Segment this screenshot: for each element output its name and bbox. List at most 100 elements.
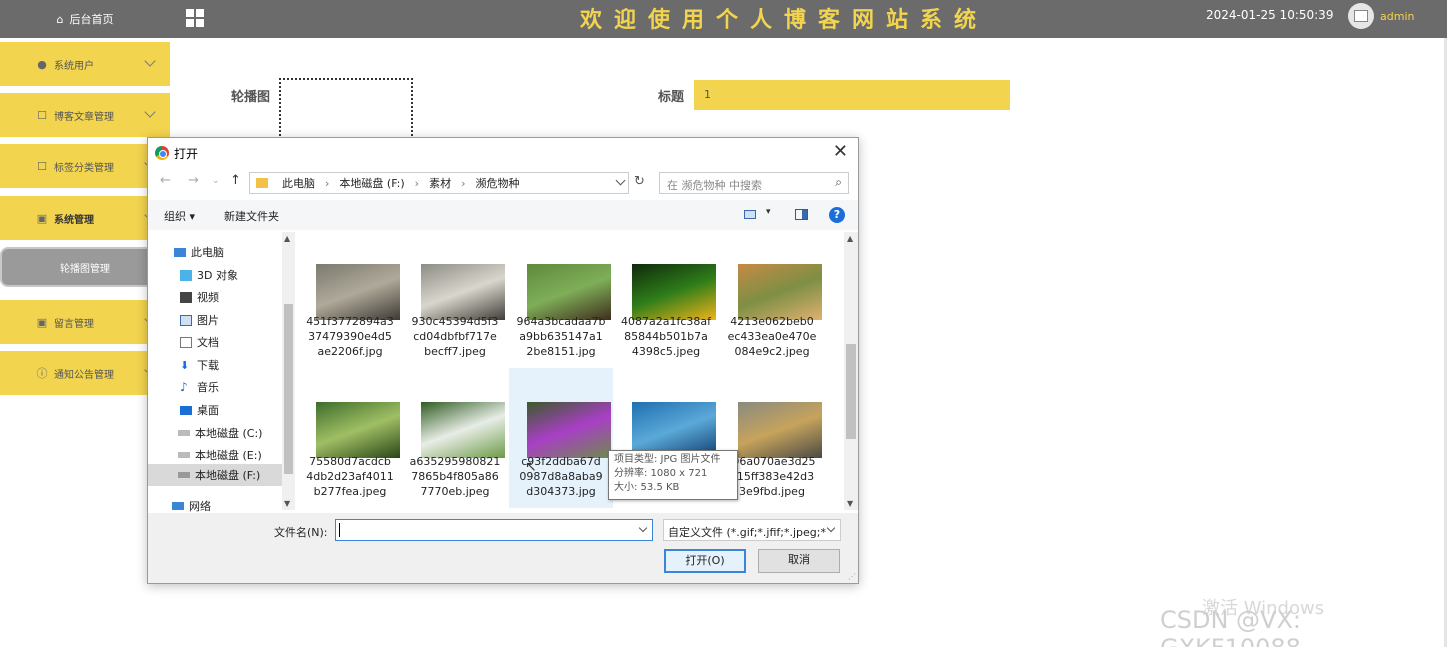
scrollbar-thumb[interactable] [284,304,293,474]
file-tile[interactable]: 451f3772894a3 37479390e4d5 ae2206f.jpg [298,232,402,368]
file-name: a635295980821 7865b4f805a86 7770eb.jpeg [403,454,507,499]
avatar[interactable] [1348,3,1374,29]
drive-icon [178,430,190,436]
close-icon[interactable]: ✕ [833,142,848,162]
view-mode-icon[interactable] [744,210,756,219]
search-input[interactable]: 在 濒危物种 中搜索 ⌕ [659,172,849,194]
sidebar-subitem-carousel[interactable]: 轮播图管理 [0,247,170,287]
back-arrow-icon[interactable]: ← [160,173,171,188]
tree-item-drive-f[interactable]: 本地磁盘 (F:) [148,464,282,486]
view-dropdown-icon[interactable]: ▾ [766,207,771,217]
tree-item-network[interactable]: 网络 [172,498,211,514]
menu-grid-icon[interactable] [186,9,204,27]
file-name-line: ae2206f.jpg [317,345,383,358]
breadcrumb-item[interactable]: 本地磁盘 (F:) [339,175,404,191]
tree-item-desktop[interactable]: 桌面 [180,402,219,418]
sidebar-item-label: 系统用户 [54,60,94,72]
sidebar-item-messages[interactable]: ▣ 留言管理 [0,300,170,344]
tree-label: 文档 [197,336,219,349]
file-tile[interactable]: a635295980821 7865b4f805a86 7770eb.jpeg [403,368,507,508]
tree-label: 本地磁盘 (E:) [195,449,262,462]
file-name-line: 4087a2a1fc38af [620,315,711,328]
file-tile[interactable]: 930c45394d5f3 cd04dbfbf717e becff7.jpeg [403,232,507,368]
tree-label: 本地磁盘 (C:) [195,427,263,440]
help-icon[interactable]: ? [829,207,845,223]
file-tile[interactable]: 4213e062beb0 ec433ea0e470e 084e9c2.jpeg [720,232,824,368]
file-name: 930c45394d5f3 cd04dbfbf717e becff7.jpeg [403,314,507,359]
tooltip-line: 大小: 53.5 KB [614,482,680,493]
organize-menu[interactable]: 组织 ▾ [164,208,195,224]
file-thumbnail-image [527,402,611,458]
folder-icon [256,178,268,188]
title-input[interactable]: 1 [694,80,1010,110]
open-button[interactable]: 打开(O) [664,549,746,573]
sidebar-home-label: 后台首页 [69,13,114,26]
cancel-button[interactable]: 取消 [758,549,840,573]
scroll-up-icon[interactable]: ▲ [847,234,853,243]
tree-item-drive-c[interactable]: 本地磁盘 (C:) [178,425,262,441]
file-scrollbar[interactable]: ▲ ▼ [844,232,858,510]
tree-item-this-pc[interactable]: 此电脑 [174,244,224,260]
scroll-down-icon[interactable]: ▼ [284,499,290,508]
csdn-watermark: CSDN @VX: GXKF10088 [1160,606,1301,647]
chevron-down-icon[interactable] [638,523,648,533]
refresh-icon[interactable]: ↻ [634,174,645,189]
chevron-down-icon[interactable] [615,175,626,186]
home-icon: ⌂ [56,12,64,26]
file-name-line: 75580d7acdcb [309,455,391,468]
top-header: 欢迎使用个人博客网站系统 2024-01-25 10:50:39 admin [170,0,1447,38]
sidebar-home[interactable]: ⌂ 后台首页 [0,0,170,38]
resize-grip-icon[interactable]: ⋰ [848,572,856,581]
file-tile[interactable]: 964a3bcadaa7b a9bb635147a1 2be8151.jpg [509,232,613,368]
preview-pane-icon[interactable] [795,209,808,220]
sidebar-item-articles[interactable]: ☐ 博客文章管理 [0,93,170,137]
header-username[interactable]: admin [1380,10,1414,23]
tree-scrollbar[interactable]: ▲ ▼ [282,232,295,510]
tree-item-drive-e[interactable]: 本地磁盘 (E:) [178,447,262,463]
sidebar-item-tags[interactable]: ☐ 标签分类管理 [0,144,170,188]
file-tile[interactable]: 75580d7acdcb 4db2d23af4011 b277fea.jpeg [298,368,402,508]
scrollbar-thumb[interactable] [846,344,856,439]
file-type-select[interactable]: 自定义文件 (*.gif;*.jfif;*.jpeg;* [663,519,841,541]
tree-item-music[interactable]: ♪ 音乐 [180,379,219,395]
dialog-titlebar[interactable]: 打开 ✕ [148,138,858,168]
dialog-toolbar: 组织 ▾ 新建文件夹 ▾ ? [148,200,858,230]
chevron-down-icon[interactable] [826,523,836,533]
chevron-down-icon [144,55,156,67]
search-icon[interactable]: ⌕ [835,175,842,190]
file-name-line: 451f3772894a3 [306,315,394,328]
new-folder-button[interactable]: 新建文件夹 [224,208,279,224]
sidebar-item-label: 博客文章管理 [54,111,114,123]
scroll-up-icon[interactable]: ▲ [284,234,290,243]
sidebar-item-users[interactable]: ● 系统用户 [0,42,170,86]
filename-input[interactable] [335,519,653,541]
file-name-line: 084e9c2.jpeg [734,345,810,358]
forward-arrow-icon[interactable]: → [188,173,199,188]
breadcrumb-item[interactable]: 此电脑 [282,175,315,191]
file-name: 75580d7acdcb 4db2d23af4011 b277fea.jpeg [298,454,402,499]
tree-item-3d[interactable]: 3D 对象 [180,267,238,283]
scroll-down-icon[interactable]: ▼ [847,499,853,508]
filename-label: 文件名(N): [274,526,328,539]
tree-label: 3D 对象 [197,269,238,282]
tree-item-documents[interactable]: 文档 [180,334,219,350]
sidebar-item-system[interactable]: ▣ 系统管理 [0,196,170,240]
tree-item-videos[interactable]: 视频 [180,289,219,305]
breadcrumb-separator: › [414,176,420,190]
tree-label: 下载 [197,359,219,372]
sidebar-item-notices[interactable]: ⓘ 通知公告管理 [0,351,170,395]
image-icon [1354,10,1368,22]
address-bar[interactable]: 此电脑 › 本地磁盘 (F:) › 素材 › 濒危物种 [249,172,629,194]
file-name-line: d304373.jpg [526,485,596,498]
breadcrumb-item[interactable]: 素材 [429,175,451,191]
recent-dropdown-icon[interactable]: ⌄ [212,176,220,186]
breadcrumb-item[interactable]: 濒危物种 [475,175,519,191]
file-tile[interactable]: c93f2ddba67d 0987d8a8aba9 d304373.jpg [509,368,613,508]
tree-item-pictures[interactable]: 图片 [180,312,219,328]
tree-item-downloads[interactable]: ⬇ 下载 [180,357,219,373]
sidebar: ⌂ 后台首页 ● 系统用户 ☐ 博客文章管理 ☐ 标签分类管理 ▣ 系统管理 轮… [0,0,170,647]
file-tile[interactable]: 4087a2a1fc38af 85844b501b7a 4398c5.jpeg [614,232,718,368]
up-arrow-icon[interactable]: ↑ [230,173,241,188]
file-name-line: a9bb635147a1 [519,330,603,343]
file-name-line: 7770eb.jpeg [420,485,490,498]
